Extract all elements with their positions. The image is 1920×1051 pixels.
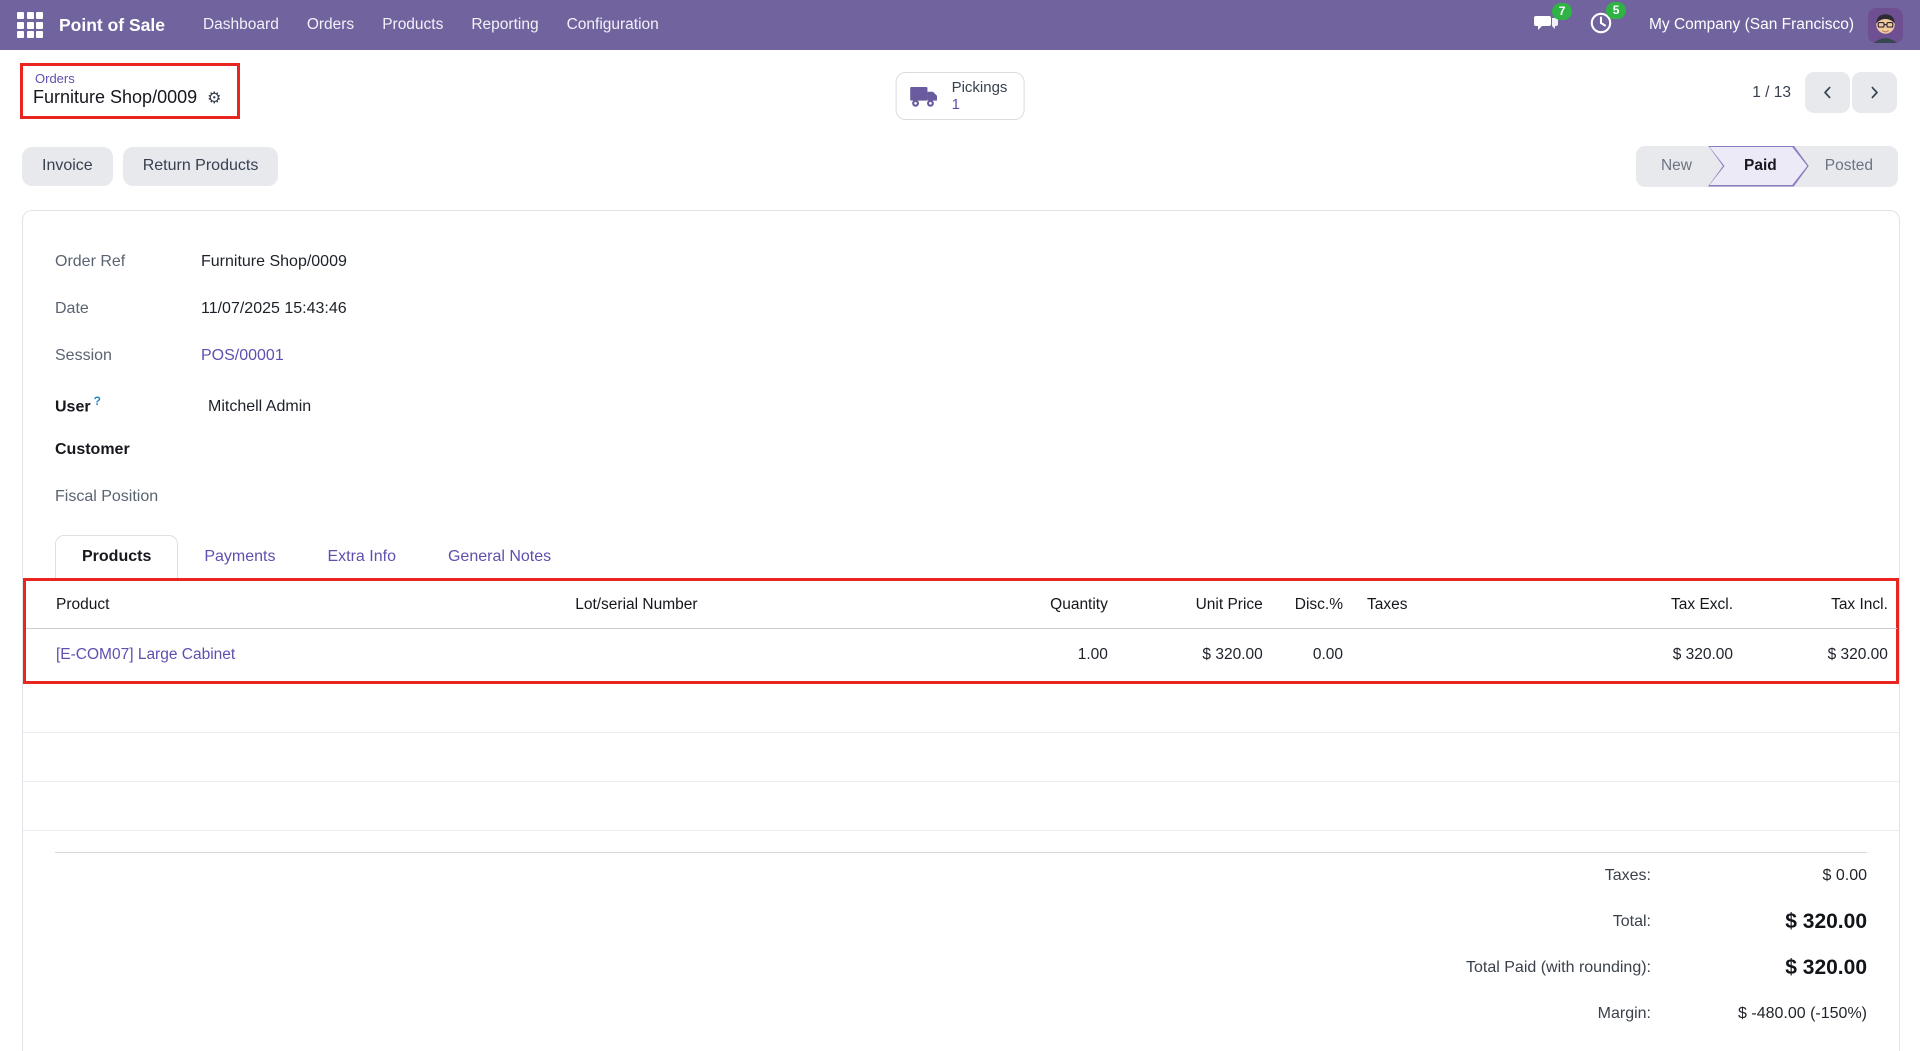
order-totals: Taxes: $ 0.00 Total: $ 320.00 Total Paid…	[55, 852, 1867, 1037]
tax-incl-cell[interactable]: $ 320.00	[1741, 629, 1896, 682]
user-avatar[interactable]	[1868, 7, 1903, 43]
status-step-paid[interactable]: Paid	[1708, 146, 1809, 187]
status-bar: New Paid Posted	[1635, 145, 1898, 187]
taxes-total-value: $ 0.00	[1822, 867, 1867, 884]
products-table-annotation-box: Product Lot/serial Number Quantity Unit …	[23, 578, 1899, 684]
taxes-total-label: Taxes:	[1604, 867, 1651, 884]
table-header-row: Product Lot/serial Number Quantity Unit …	[26, 581, 1896, 629]
help-icon[interactable]: ?	[94, 394, 101, 408]
gear-icon[interactable]: ⚙	[207, 88, 221, 108]
tab-extra-info[interactable]: Extra Info	[301, 536, 421, 578]
margin-label: Margin:	[1597, 1005, 1651, 1022]
customer-label: Customer	[55, 441, 130, 458]
field-order-ref: Order Ref Furniture Shop/0009	[55, 253, 1867, 283]
field-customer: Customer	[55, 441, 1867, 471]
truck-icon	[910, 86, 937, 107]
notebook-tabs: Products Payments Extra Info General Not…	[55, 535, 1867, 578]
date-value[interactable]: 11/07/2025 15:43:46	[201, 300, 347, 318]
total-paid-value: $ 320.00	[1785, 956, 1867, 979]
chevron-left-icon	[1824, 86, 1831, 99]
taxes-cell[interactable]	[1351, 629, 1581, 682]
status-step-posted[interactable]: Posted	[1800, 157, 1898, 175]
status-step-new[interactable]: New	[1636, 157, 1717, 175]
margin-value: $ -480.00 (-150%)	[1738, 1005, 1867, 1022]
breadcrumb: Furniture Shop/0009 ⚙	[33, 87, 221, 108]
total-line-total: Total: $ 320.00	[55, 899, 1867, 945]
pager-position[interactable]: 1 / 13	[1752, 84, 1791, 102]
app-name[interactable]: Point of Sale	[59, 15, 165, 36]
lot-serial-cell[interactable]	[567, 629, 996, 682]
session-link[interactable]: POS/00001	[201, 347, 284, 365]
nav-item-reporting[interactable]: Reporting	[457, 16, 552, 34]
total-paid-label: Total Paid (with rounding):	[1466, 959, 1651, 976]
total-label: Total:	[1612, 913, 1651, 930]
pickings-smart-button[interactable]: Pickings 1	[895, 72, 1025, 120]
activities-menu[interactable]: 5	[1589, 1, 1626, 40]
product-link[interactable]: [E-COM07] Large Cabinet	[26, 629, 567, 682]
order-ref-value[interactable]: Furniture Shop/0009	[201, 253, 347, 271]
col-taxes: Taxes	[1351, 581, 1581, 629]
nav-item-configuration[interactable]: Configuration	[553, 16, 673, 34]
col-discount: Disc.%	[1270, 581, 1351, 629]
quantity-cell[interactable]: 1.00	[996, 629, 1115, 682]
discount-cell[interactable]: 0.00	[1271, 629, 1351, 682]
user-label: User?	[55, 394, 101, 416]
chevron-right-icon	[1871, 86, 1878, 99]
session-label: Session	[55, 347, 112, 364]
user-value[interactable]: Mitchell Admin	[208, 398, 311, 416]
pickings-label: Pickings	[951, 79, 1008, 96]
tab-general-notes[interactable]: General Notes	[422, 536, 577, 578]
field-session: Session POS/00001	[55, 347, 1867, 377]
tab-payments[interactable]: Payments	[178, 536, 301, 578]
messages-menu[interactable]: 7	[1533, 2, 1572, 39]
return-products-button[interactable]: Return Products	[122, 146, 279, 186]
page-title: Furniture Shop/0009	[33, 87, 198, 107]
fiscal-position-label: Fiscal Position	[55, 488, 159, 505]
pickings-count: 1	[951, 96, 960, 113]
apps-grid-icon[interactable]	[17, 12, 43, 38]
invoice-button[interactable]: Invoice	[22, 146, 113, 186]
total-line-total-paid: Total Paid (with rounding): $ 320.00	[55, 945, 1867, 991]
nav-item-products[interactable]: Products	[368, 16, 457, 34]
activities-badge: 5	[1606, 1, 1626, 19]
products-table: Product Lot/serial Number Quantity Unit …	[26, 581, 1896, 681]
total-value: $ 320.00	[1785, 910, 1867, 933]
field-fiscal-position: Fiscal Position	[55, 488, 1867, 518]
col-quantity: Quantity	[996, 581, 1116, 629]
col-tax-excl: Tax Excl.	[1580, 581, 1742, 629]
breadcrumb-parent-link[interactable]: Orders	[35, 71, 221, 86]
company-menu[interactable]: My Company (San Francisco)	[1649, 16, 1854, 34]
order-ref-label: Order Ref	[55, 253, 126, 270]
col-tax-incl: Tax Incl.	[1741, 581, 1896, 629]
empty-list-row	[23, 733, 1899, 782]
field-date: Date 11/07/2025 15:43:46	[55, 300, 1867, 330]
top-navbar: Point of Sale Dashboard Orders Products …	[0, 0, 1920, 50]
nav-item-dashboard[interactable]: Dashboard	[189, 16, 293, 34]
col-product: Product	[26, 581, 568, 629]
unit-price-cell[interactable]: $ 320.00	[1116, 629, 1271, 682]
total-line-margin: Margin: $ -480.00 (-150%)	[55, 991, 1867, 1037]
col-unit-price: Unit Price	[1115, 581, 1271, 629]
empty-list-row	[23, 782, 1899, 831]
tax-excl-cell[interactable]: $ 320.00	[1581, 629, 1741, 682]
empty-list-row	[23, 684, 1899, 733]
breadcrumb-annotation-box: Orders Furniture Shop/0009 ⚙	[20, 63, 241, 119]
action-row: Invoice Return Products New Paid Posted	[0, 135, 1920, 197]
tab-products[interactable]: Products	[55, 535, 179, 578]
pager: 1 / 13	[1752, 72, 1897, 113]
control-panel: Orders Furniture Shop/0009 ⚙ Pickings 1 …	[0, 50, 1920, 135]
form-sheet: Order Ref Furniture Shop/0009 Date 11/07…	[22, 210, 1900, 1051]
messages-badge: 7	[1552, 2, 1572, 20]
pager-next-button[interactable]	[1852, 72, 1897, 113]
product-row[interactable]: [E-COM07] Large Cabinet 1.00 $ 320.00 0.…	[26, 629, 1896, 682]
total-line-taxes: Taxes: $ 0.00	[55, 853, 1867, 899]
field-user: User? Mitchell Admin	[55, 394, 1867, 424]
nav-item-orders[interactable]: Orders	[293, 16, 368, 34]
pager-previous-button[interactable]	[1805, 72, 1850, 113]
col-lot-serial: Lot/serial Number	[567, 581, 997, 629]
date-label: Date	[55, 300, 89, 317]
